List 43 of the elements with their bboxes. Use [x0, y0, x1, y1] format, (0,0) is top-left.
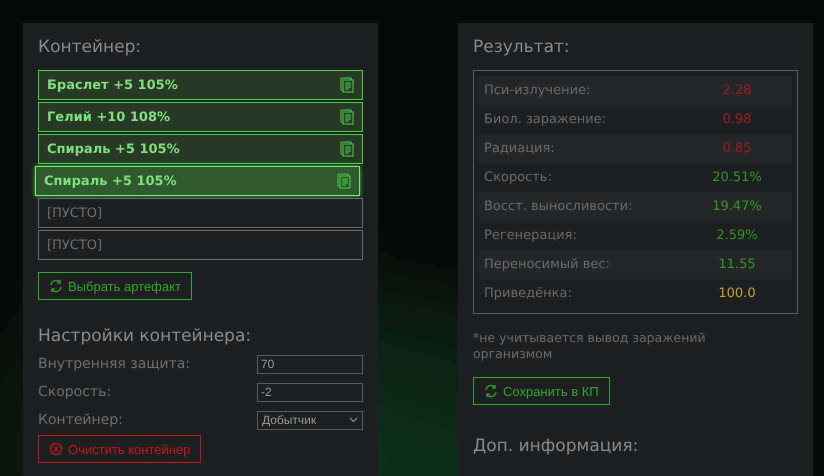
stat-value: 0.85 [722, 141, 752, 156]
empty-slot[interactable]: [ПУСТО] [38, 230, 363, 260]
pick-artifact-button[interactable]: Выбрать артефакт [38, 272, 192, 300]
stat-value: 100.0 [717, 286, 757, 301]
artifact-slot[interactable]: Гелий +10 108% [38, 102, 363, 132]
stat-label: Приведёнка: [484, 286, 573, 301]
chevron-icon [349, 417, 358, 423]
stat-label: Радиация: [484, 141, 556, 156]
stat-label: Скорость: [484, 170, 553, 185]
refresh-icon [49, 279, 63, 293]
input-field[interactable]: 70 [257, 354, 363, 374]
stat-label: Восст. выносливости: [484, 199, 634, 214]
document-icon[interactable] [340, 141, 354, 157]
field-label: Внутренняя защита: [38, 356, 190, 372]
clear-icon [49, 442, 63, 456]
empty-slot[interactable]: [ПУСТО] [38, 198, 363, 228]
stat-value: 0.98 [722, 112, 752, 127]
panel-title: Контейнер: [38, 37, 142, 57]
stat-value: 2.59% [715, 228, 759, 243]
container-select[interactable]: Добытчик [257, 410, 363, 430]
document-icon[interactable] [337, 173, 351, 189]
document-icon[interactable] [340, 109, 354, 125]
stat-label: Пси-излучение: [484, 83, 592, 98]
panel-title: Настройки контейнера: [38, 326, 252, 346]
stat-label: Биол. заражение: [484, 112, 608, 127]
stat-value: 2.28 [722, 83, 752, 98]
field-label: Скорость: [38, 384, 112, 400]
refresh-icon [484, 384, 498, 398]
stat-value: 19.47% [711, 199, 763, 214]
artifact-slot[interactable]: Спираль +5 105% [35, 166, 360, 196]
footnote: *не учитывается вывод заражений организмом [473, 330, 707, 362]
panel-title: Доп. информация: [473, 436, 640, 456]
input-field[interactable]: -2 [257, 382, 363, 402]
panel-title: Результат: [473, 37, 571, 57]
document-icon[interactable] [340, 77, 354, 93]
stat-value: 20.51% [711, 170, 763, 185]
stat-value: 11.55 [717, 257, 757, 272]
save-button[interactable]: Сохранить в КП [473, 377, 610, 405]
stat-label: Переносимый вес: [484, 257, 611, 272]
artifact-slot[interactable]: Браслет +5 105% [38, 70, 363, 100]
field-label: Контейнер: [38, 412, 123, 428]
artifact-slot[interactable]: Спираль +5 105% [38, 134, 363, 164]
stat-label: Регенерация: [484, 228, 578, 243]
